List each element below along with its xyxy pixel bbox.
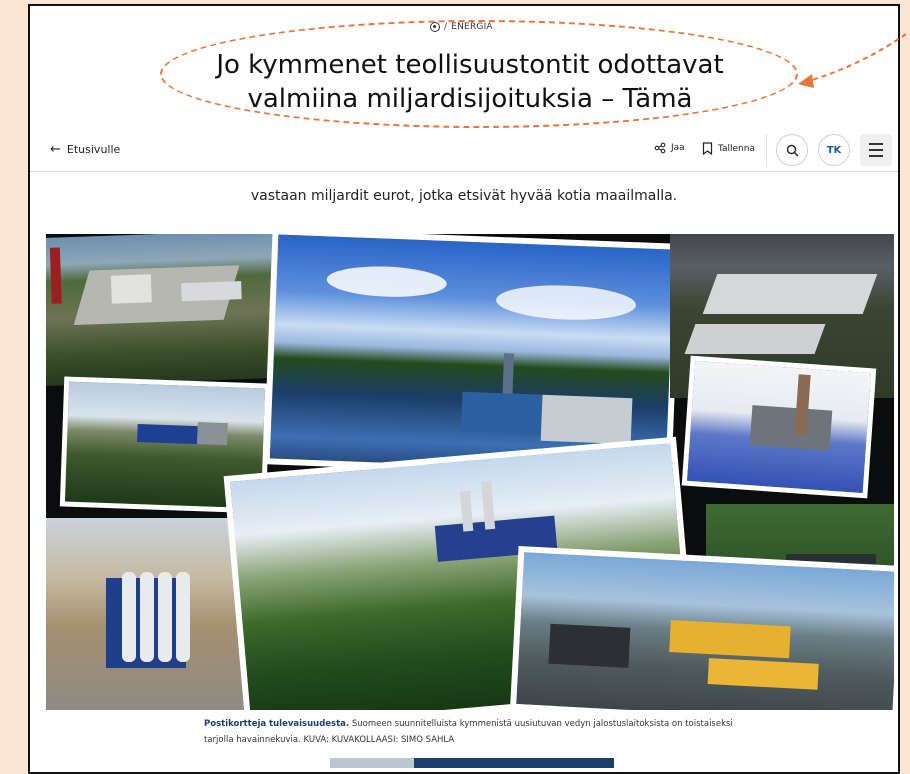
save-label: Tallenna xyxy=(718,143,755,154)
bottom-bar-segment xyxy=(330,758,414,768)
collage-photo-industrial-aerial xyxy=(46,234,281,387)
caption-title: Postikortteja tulevaisuudesta. xyxy=(204,719,350,729)
arrow-left-icon: ← xyxy=(50,142,61,157)
hamburger-line xyxy=(869,155,883,157)
bottom-bar-segment xyxy=(530,758,614,768)
image-caption: Postikortteja tulevaisuudesta. Suomeen s… xyxy=(204,716,764,748)
caption-credit: KUVA: KUVAKOLLAASI: SIMO SAHLA xyxy=(303,735,455,745)
collage-photo-yellow-containers xyxy=(509,545,894,710)
user-avatar-button[interactable]: TK xyxy=(818,134,850,166)
share-button[interactable]: Jaa xyxy=(654,142,685,154)
back-to-front-link[interactable]: ← Etusivulle xyxy=(50,142,120,157)
menu-button[interactable] xyxy=(860,134,892,166)
article-lead: vastaan miljardit eurot, jotka etsivät h… xyxy=(250,188,678,204)
bookmark-icon xyxy=(702,142,713,155)
share-icon xyxy=(654,142,666,154)
article-toolbar: ← Etusivulle Jaa Tallenna TK xyxy=(30,128,898,172)
hamburger-line xyxy=(869,143,883,145)
photo-collage[interactable] xyxy=(46,234,894,710)
bottom-partial-bar xyxy=(330,758,614,768)
search-icon xyxy=(786,144,799,157)
avatar-initials: TK xyxy=(826,144,842,156)
hamburger-line xyxy=(869,149,883,151)
article-frame: / ENERGIA Jo kymmenet teollisuustontit o… xyxy=(28,4,900,774)
save-button[interactable]: Tallenna xyxy=(702,142,755,155)
back-link-label: Etusivulle xyxy=(66,143,121,156)
bottom-bar-segment xyxy=(414,758,530,768)
toolbar-divider xyxy=(766,134,767,166)
highlight-oval xyxy=(160,20,798,128)
share-label: Jaa xyxy=(671,143,685,153)
collage-photo-blue-ground-plant xyxy=(681,355,877,499)
search-button[interactable] xyxy=(776,134,808,166)
